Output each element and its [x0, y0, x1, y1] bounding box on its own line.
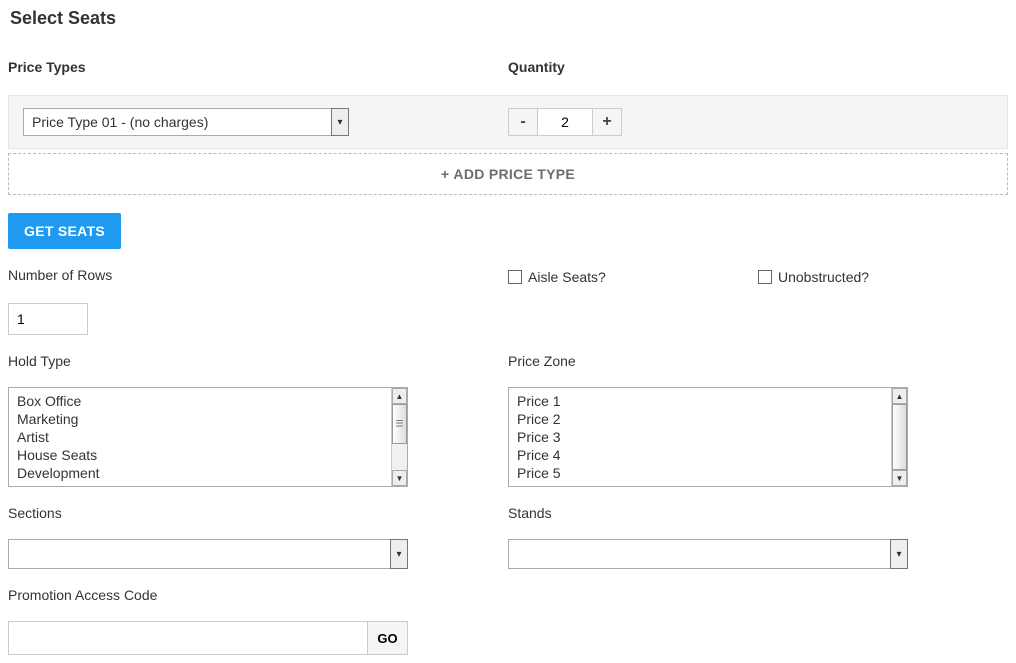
- stands-select[interactable]: ▾: [508, 539, 908, 569]
- scroll-thumb[interactable]: ☰: [392, 404, 407, 444]
- page-title: Select Seats: [8, 8, 1008, 29]
- chevron-down-icon[interactable]: ▾: [331, 108, 349, 136]
- scroll-up-icon[interactable]: ▲: [892, 388, 907, 404]
- list-item[interactable]: Development: [15, 464, 385, 482]
- sections-label: Sections: [8, 505, 508, 521]
- unobstructed-checkbox[interactable]: [758, 270, 772, 284]
- aisle-seats-label: Aisle Seats?: [528, 269, 606, 285]
- get-seats-button[interactable]: GET SEATS: [8, 213, 121, 249]
- go-button[interactable]: GO: [368, 621, 408, 655]
- list-item[interactable]: Price 2: [515, 410, 885, 428]
- number-of-rows-label: Number of Rows: [8, 267, 508, 283]
- quantity-plus-button[interactable]: +: [592, 108, 622, 136]
- list-item[interactable]: Price 5: [515, 464, 885, 482]
- scroll-thumb[interactable]: [892, 404, 907, 470]
- quantity-minus-button[interactable]: -: [508, 108, 538, 136]
- chevron-down-icon[interactable]: ▾: [890, 539, 908, 569]
- list-item[interactable]: Price 3: [515, 428, 885, 446]
- hold-type-listbox[interactable]: Box Office Marketing Artist House Seats …: [8, 387, 408, 487]
- price-quantity-panel: Price Type 01 - (no charges) ▾ - +: [8, 95, 1008, 149]
- scroll-down-icon[interactable]: ▼: [392, 470, 407, 486]
- quantity-label: Quantity: [508, 59, 1008, 75]
- scrollbar[interactable]: ▲ ☰ ▼: [391, 388, 407, 486]
- add-price-type-button[interactable]: +ADD PRICE TYPE: [8, 153, 1008, 195]
- list-item[interactable]: Price 1: [515, 392, 885, 410]
- list-item[interactable]: Box Office: [15, 392, 385, 410]
- unobstructed-label: Unobstructed?: [778, 269, 869, 285]
- number-of-rows-input[interactable]: [8, 303, 88, 335]
- scroll-up-icon[interactable]: ▲: [392, 388, 407, 404]
- price-types-label: Price Types: [8, 59, 508, 75]
- price-type-value: Price Type 01 - (no charges): [23, 108, 331, 136]
- list-item[interactable]: Marketing: [15, 410, 385, 428]
- chevron-down-icon[interactable]: ▾: [390, 539, 408, 569]
- price-type-select[interactable]: Price Type 01 - (no charges) ▾: [23, 108, 349, 136]
- quantity-stepper: - +: [508, 108, 997, 136]
- plus-icon: +: [441, 166, 449, 182]
- scroll-down-icon[interactable]: ▼: [892, 470, 907, 486]
- list-item[interactable]: Artist: [15, 428, 385, 446]
- quantity-input[interactable]: [537, 108, 593, 136]
- add-price-type-label: ADD PRICE TYPE: [453, 166, 575, 182]
- promotion-code-label: Promotion Access Code: [8, 587, 508, 603]
- hold-type-label: Hold Type: [8, 353, 508, 369]
- aisle-seats-checkbox[interactable]: [508, 270, 522, 284]
- list-item[interactable]: Price 4: [515, 446, 885, 464]
- sections-select[interactable]: ▾: [8, 539, 408, 569]
- grip-icon: ☰: [395, 423, 403, 426]
- stands-label: Stands: [508, 505, 1008, 521]
- promotion-code-input[interactable]: [8, 621, 368, 655]
- list-item[interactable]: House Seats: [15, 446, 385, 464]
- scrollbar[interactable]: ▲ ▼: [891, 388, 907, 486]
- price-zone-listbox[interactable]: Price 1 Price 2 Price 3 Price 4 Price 5 …: [508, 387, 908, 487]
- price-zone-label: Price Zone: [508, 353, 1008, 369]
